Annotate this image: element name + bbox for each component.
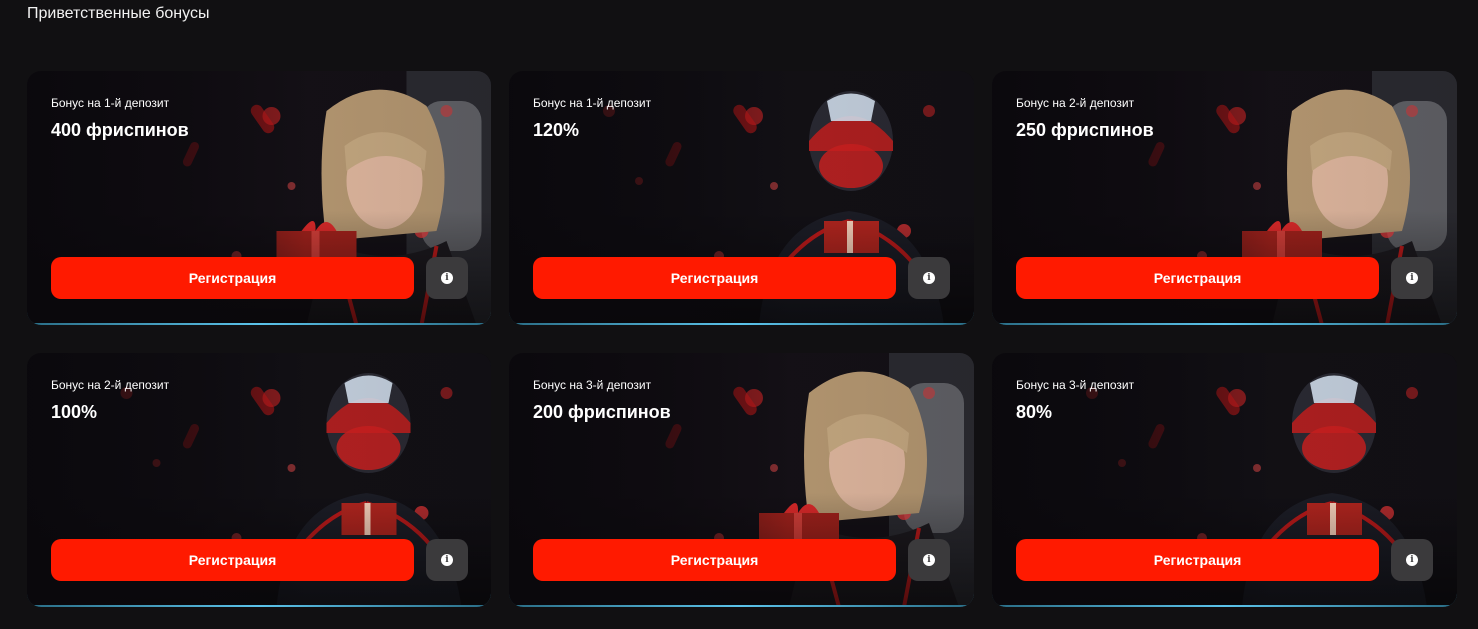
bonus-label: Бонус на 2-й депозит <box>51 378 170 392</box>
bonus-label: Бонус на 3-й депозит <box>1016 378 1135 392</box>
bonus-amount: 80% <box>1016 402 1053 422</box>
info-button[interactable]: i <box>1391 539 1433 581</box>
bonus-label: Бонус на 1-й депозит <box>51 96 170 110</box>
bonus-grid: Бонус на 1-й депозит 400 фриспинов Регис… <box>27 71 1457 607</box>
bonus-card: Бонус на 3-й депозит 200 фриспинов Регис… <box>509 353 974 607</box>
register-button[interactable]: Регистрация <box>51 539 414 581</box>
bonus-card: Бонус на 1-й депозит 120% Регистрация i <box>509 71 974 325</box>
bonus-label: Бонус на 2-й депозит <box>1016 96 1135 110</box>
bonus-card: Бонус на 2-й депозит 250 фриспинов Регис… <box>992 71 1457 325</box>
bonus-label: Бонус на 3-й депозит <box>533 378 652 392</box>
bonus-amount: 200 фриспинов <box>533 402 671 422</box>
bonus-card: Бонус на 3-й депозит 80% Регистрация i <box>992 353 1457 607</box>
info-button[interactable]: i <box>1391 257 1433 299</box>
bonus-amount: 400 фриспинов <box>51 120 189 140</box>
section-title: Приветственные бонусы <box>27 5 210 22</box>
info-button[interactable]: i <box>426 257 468 299</box>
register-button[interactable]: Регистрация <box>533 257 896 299</box>
bonus-card: Бонус на 1-й депозит 400 фриспинов Регис… <box>27 71 491 325</box>
bonus-amount: 100% <box>51 402 98 422</box>
register-button[interactable]: Регистрация <box>1016 257 1379 299</box>
register-button[interactable]: Регистрация <box>51 257 414 299</box>
info-button[interactable]: i <box>908 257 950 299</box>
info-button[interactable]: i <box>426 539 468 581</box>
bonus-card: Бонус на 2-й депозит 100% Регистрация i <box>27 353 491 607</box>
info-icon: i <box>441 272 453 284</box>
info-icon: i <box>923 554 935 566</box>
info-icon: i <box>441 554 453 566</box>
info-icon: i <box>1406 554 1418 566</box>
register-button[interactable]: Регистрация <box>533 539 896 581</box>
register-button[interactable]: Регистрация <box>1016 539 1379 581</box>
info-icon: i <box>1406 272 1418 284</box>
bonus-amount: 250 фриспинов <box>1016 120 1154 140</box>
bonus-amount: 120% <box>533 120 580 140</box>
info-icon: i <box>923 272 935 284</box>
page: Приветственные бонусы Бонус на 1-й депоз… <box>0 0 1478 629</box>
info-button[interactable]: i <box>908 539 950 581</box>
bonus-label: Бонус на 1-й депозит <box>533 96 652 110</box>
